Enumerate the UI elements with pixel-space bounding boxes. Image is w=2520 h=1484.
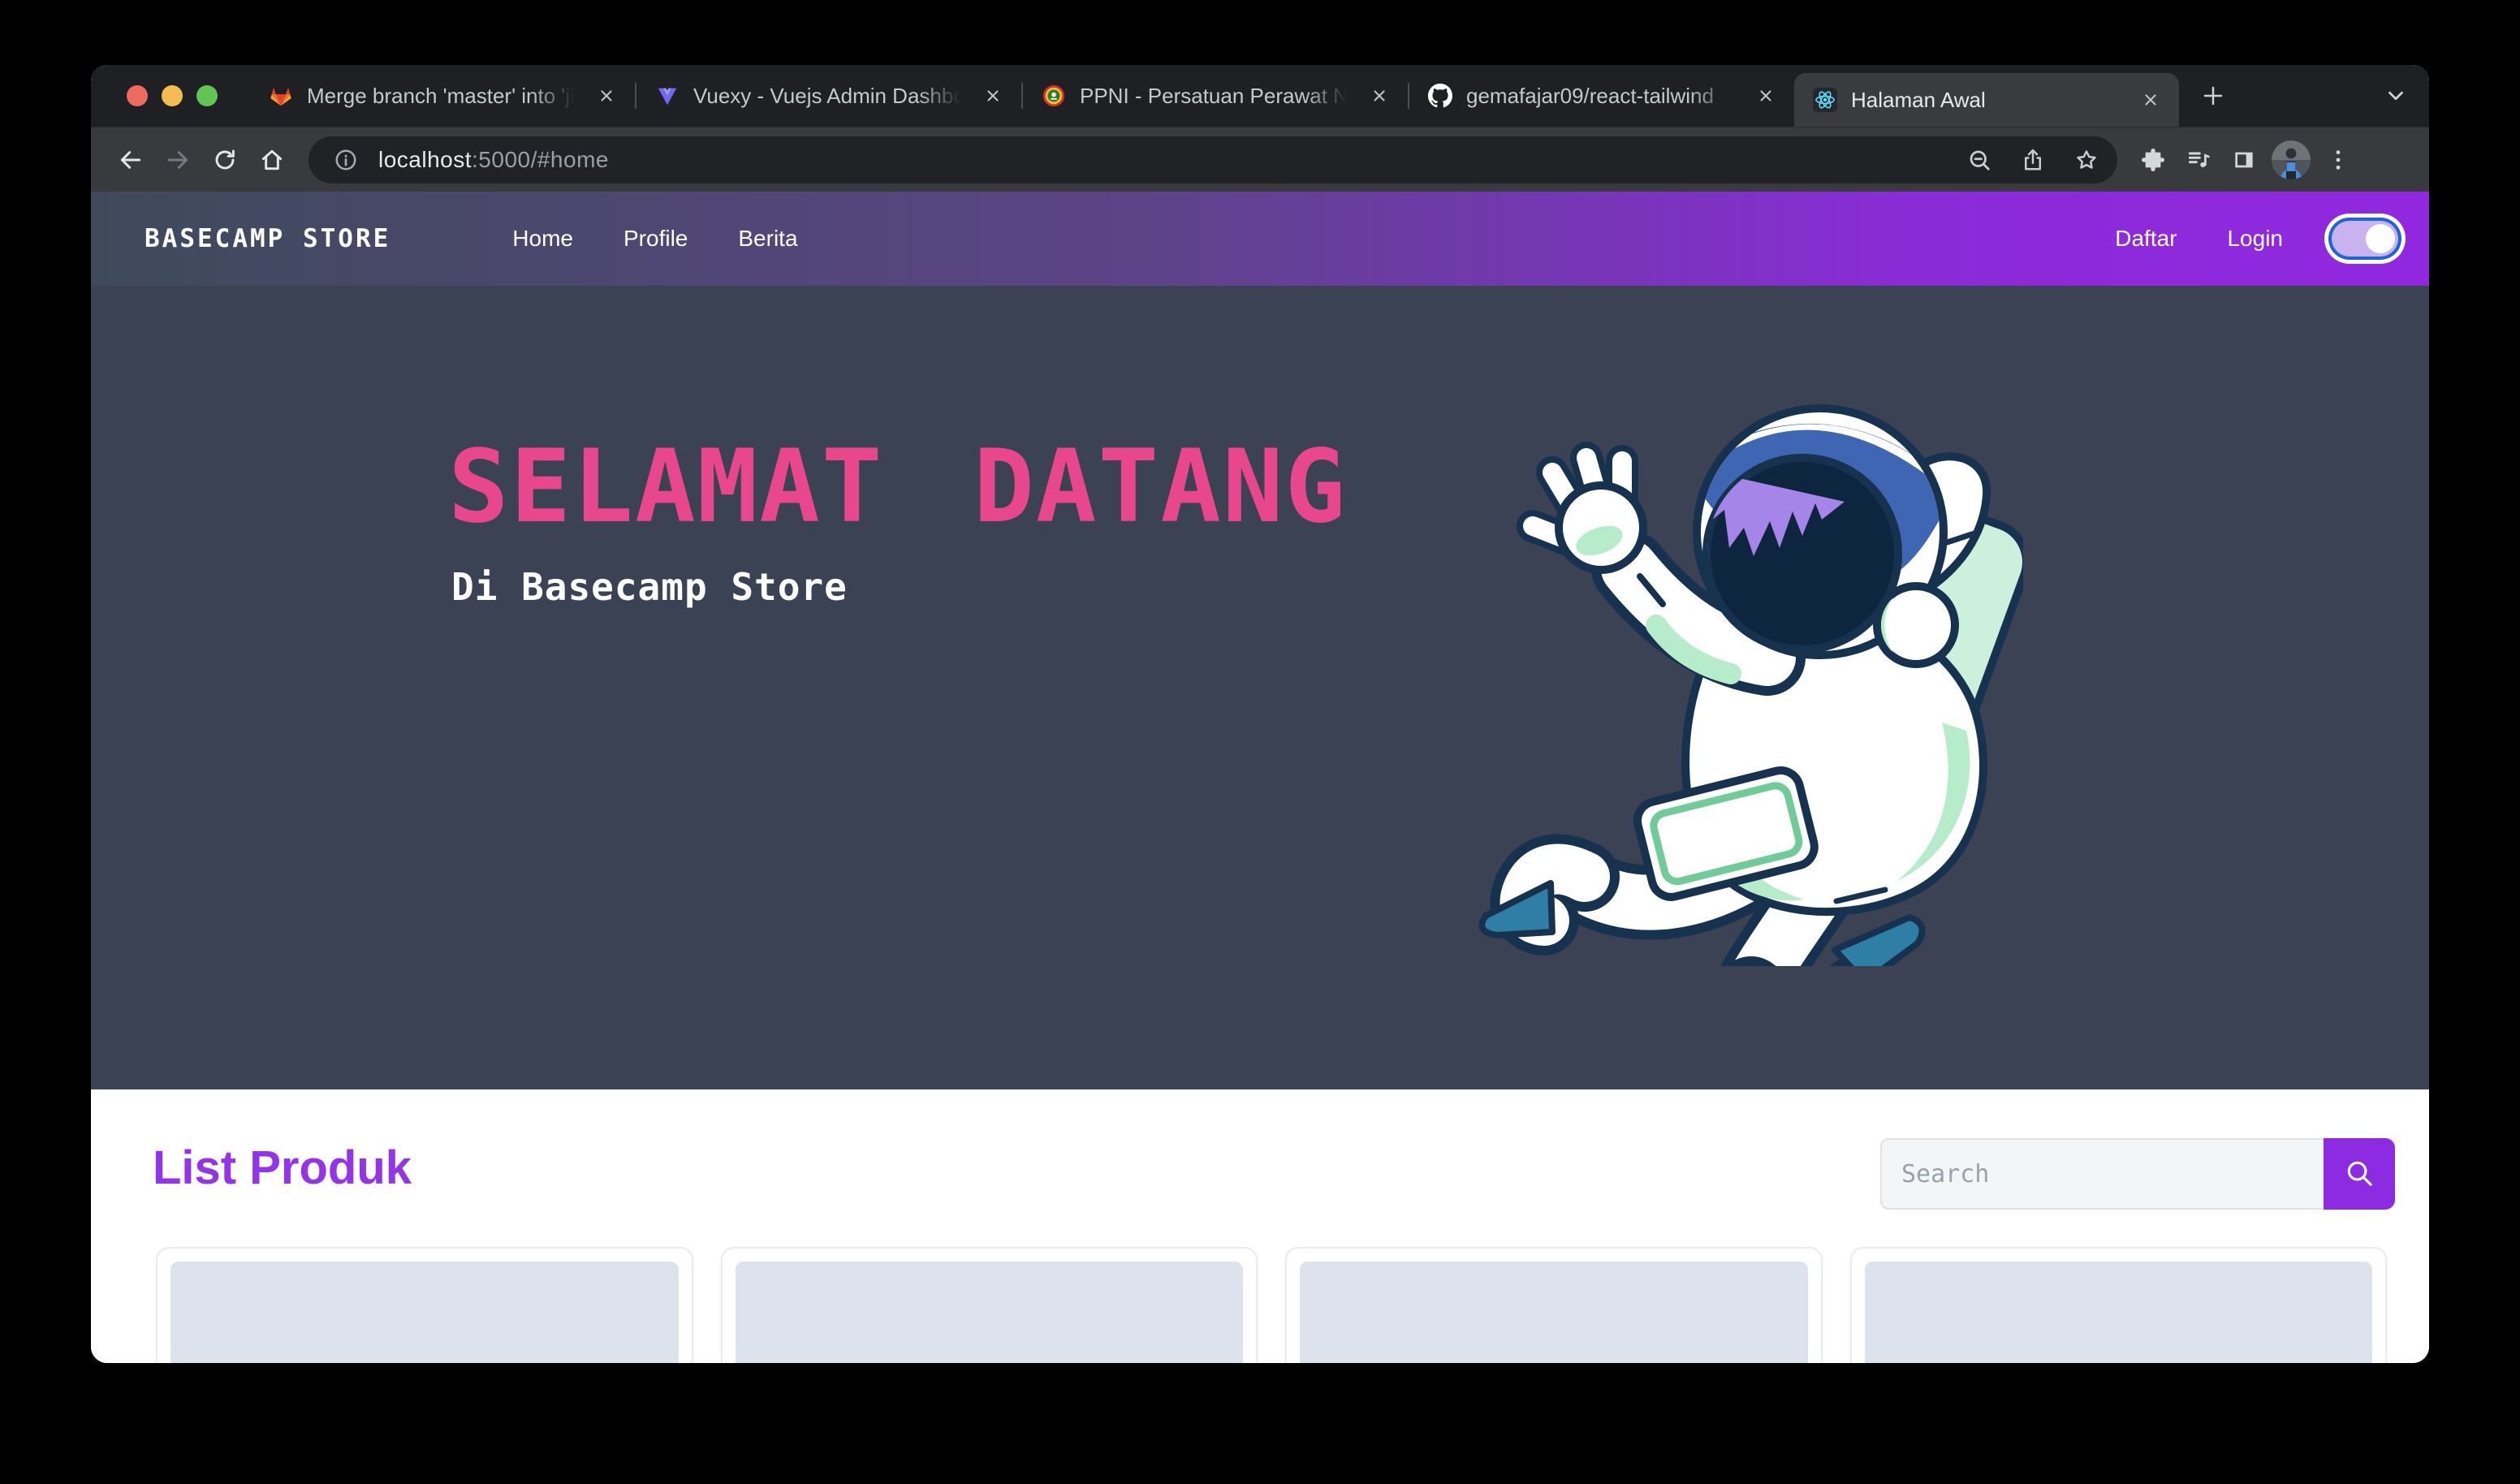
tab-strip: Merge branch 'master' into 'jiha Vuexy -… xyxy=(91,65,2429,127)
astronaut-illustration xyxy=(1455,382,2023,966)
minimize-window-button[interactable] xyxy=(162,85,183,106)
tab-gitlab-merge[interactable]: Merge branch 'master' into 'jiha xyxy=(250,65,635,127)
close-tab-icon[interactable] xyxy=(593,82,620,110)
product-image-placeholder xyxy=(1865,1262,2373,1363)
hero-section: SELAMAT DATANG Di Basecamp Store xyxy=(91,286,2429,1089)
url-path: :5000/#home xyxy=(472,147,609,172)
tab-github[interactable]: gemafajar09/react-tailwind xyxy=(1409,65,1794,127)
back-icon[interactable] xyxy=(107,136,154,183)
theme-toggle-switch[interactable] xyxy=(2332,221,2398,257)
tab-title: gemafajar09/react-tailwind xyxy=(1466,84,1739,109)
nav-link-home[interactable]: Home xyxy=(512,226,573,252)
tab-title: Halaman Awal xyxy=(1851,88,2124,113)
tab-title: Merge branch 'master' into 'jiha xyxy=(307,84,580,109)
product-image-placeholder xyxy=(736,1262,1244,1363)
nav-link-profile[interactable]: Profile xyxy=(624,226,688,252)
product-card[interactable] xyxy=(1285,1247,1823,1363)
daftar-link[interactable]: Daftar xyxy=(2115,226,2177,252)
hero-title: SELAMAT DATANG xyxy=(448,437,1347,537)
products-heading: List Produk xyxy=(153,1145,412,1192)
url-host: localhost xyxy=(378,147,472,172)
tab-halaman-awal-active[interactable]: Halaman Awal xyxy=(1794,73,2179,127)
site-info-icon[interactable] xyxy=(325,139,367,181)
product-card[interactable] xyxy=(721,1247,1258,1363)
search-icon xyxy=(2344,1158,2375,1191)
products-section: List Produk xyxy=(91,1089,2429,1363)
nav-links: Home Profile Berita xyxy=(512,226,797,252)
ppni-icon xyxy=(1041,83,1067,109)
tab-title: Vuexy - Vuejs Admin Dashboard xyxy=(693,84,966,109)
reload-icon[interactable] xyxy=(201,136,248,183)
media-controls-icon[interactable] xyxy=(2176,137,2221,183)
product-card[interactable] xyxy=(1850,1247,2388,1363)
search-button[interactable] xyxy=(2324,1138,2395,1210)
github-icon xyxy=(1427,83,1453,109)
fullscreen-window-button[interactable] xyxy=(196,85,218,106)
react-icon xyxy=(1812,87,1838,113)
tabs: Merge branch 'master' into 'jiha Vuexy -… xyxy=(250,65,2179,127)
tab-vuexy[interactable]: Vuexy - Vuejs Admin Dashboard xyxy=(636,65,1021,127)
browser-toolbar: localhost:5000/#home xyxy=(91,127,2429,192)
nav-actions: Daftar Login xyxy=(2115,226,2283,252)
side-panel-icon[interactable] xyxy=(2221,137,2267,183)
close-window-button[interactable] xyxy=(127,85,148,106)
search-input[interactable] xyxy=(1880,1138,2324,1210)
profile-avatar[interactable] xyxy=(2272,140,2311,179)
hero-subtitle: Di Basecamp Store xyxy=(451,565,848,609)
url-text: localhost:5000/#home xyxy=(378,147,609,173)
site-navbar: BASECAMP STORE Home Profile Berita Dafta… xyxy=(91,192,2429,286)
close-tab-icon[interactable] xyxy=(1366,82,1393,110)
product-card[interactable] xyxy=(156,1247,693,1363)
forward-icon[interactable] xyxy=(154,136,201,183)
browser-window: Merge branch 'master' into 'jiha Vuexy -… xyxy=(91,65,2429,1363)
login-link[interactable]: Login xyxy=(2227,226,2283,252)
bookmark-star-icon[interactable] xyxy=(2065,139,2108,181)
home-icon[interactable] xyxy=(248,136,296,183)
brand-logo[interactable]: BASECAMP STORE xyxy=(145,224,391,253)
share-icon[interactable] xyxy=(2012,139,2054,181)
tab-search-chevron-icon[interactable] xyxy=(2384,65,2408,127)
search-bar xyxy=(1880,1138,2395,1210)
new-tab-button[interactable] xyxy=(2190,73,2236,119)
toggle-knob xyxy=(2366,224,2395,253)
nav-link-berita[interactable]: Berita xyxy=(738,226,797,252)
vuexy-icon xyxy=(654,83,680,109)
product-card-grid xyxy=(91,1247,2429,1363)
product-image-placeholder xyxy=(1300,1262,1808,1363)
tab-ppni[interactable]: PPNI - Persatuan Perawat Nasio xyxy=(1023,65,1408,127)
extensions-puzzle-icon[interactable] xyxy=(2130,137,2176,183)
close-tab-icon[interactable] xyxy=(2137,86,2164,114)
tab-title: PPNI - Persatuan Perawat Nasio xyxy=(1080,84,1353,109)
product-image-placeholder xyxy=(170,1262,679,1363)
close-tab-icon[interactable] xyxy=(979,82,1007,110)
close-tab-icon[interactable] xyxy=(1752,82,1780,110)
browser-menu-icon[interactable] xyxy=(2315,137,2361,183)
url-bar[interactable]: localhost:5000/#home xyxy=(309,136,2117,183)
gitlab-icon xyxy=(268,83,294,109)
window-controls xyxy=(91,85,250,106)
zoom-out-icon[interactable] xyxy=(1958,139,2000,181)
